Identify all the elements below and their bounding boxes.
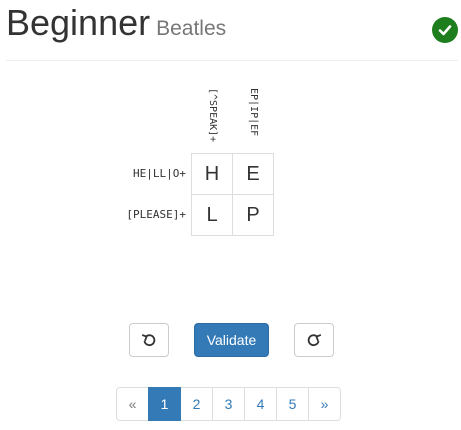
page-1[interactable]: 1 — [148, 387, 181, 421]
redo-icon — [307, 334, 322, 346]
redo-button[interactable] — [294, 323, 334, 357]
page-4[interactable]: 4 — [244, 387, 277, 421]
grid-cell[interactable]: P — [232, 194, 274, 236]
undo-icon — [141, 334, 156, 346]
header: Beginner Beatles — [6, 0, 461, 60]
page-title: Beginner Beatles — [6, 2, 226, 50]
puzzle-subtitle: Beatles — [156, 17, 227, 40]
page-prev[interactable]: « — [116, 387, 149, 421]
row-clue-2: [PLEASE]+ — [126, 208, 186, 221]
puzzle-grid: H E L P — [191, 153, 274, 236]
row-clue-1: HE|LL|O+ — [133, 167, 186, 180]
validate-button[interactable]: Validate — [194, 323, 269, 357]
title-text: Beginner — [6, 2, 151, 43]
page-5[interactable]: 5 — [276, 387, 309, 421]
page-next[interactable]: » — [308, 387, 341, 421]
check-circle-icon — [432, 17, 458, 43]
column-clue-2: EP|IP|EF — [248, 88, 259, 137]
column-clue-1: [^SPEAK]+ — [207, 88, 218, 143]
page-2[interactable]: 2 — [180, 387, 213, 421]
undo-button[interactable] — [129, 323, 169, 357]
grid-cell[interactable]: H — [191, 153, 233, 195]
pagination: « 1 2 3 4 5 » — [116, 387, 341, 421]
page-3[interactable]: 3 — [212, 387, 245, 421]
grid-cell[interactable]: L — [191, 194, 233, 236]
header-divider — [6, 60, 458, 61]
grid-cell[interactable]: E — [232, 153, 274, 195]
grid-row-1: H E — [191, 153, 274, 195]
grid-row-2: L P — [191, 194, 274, 236]
